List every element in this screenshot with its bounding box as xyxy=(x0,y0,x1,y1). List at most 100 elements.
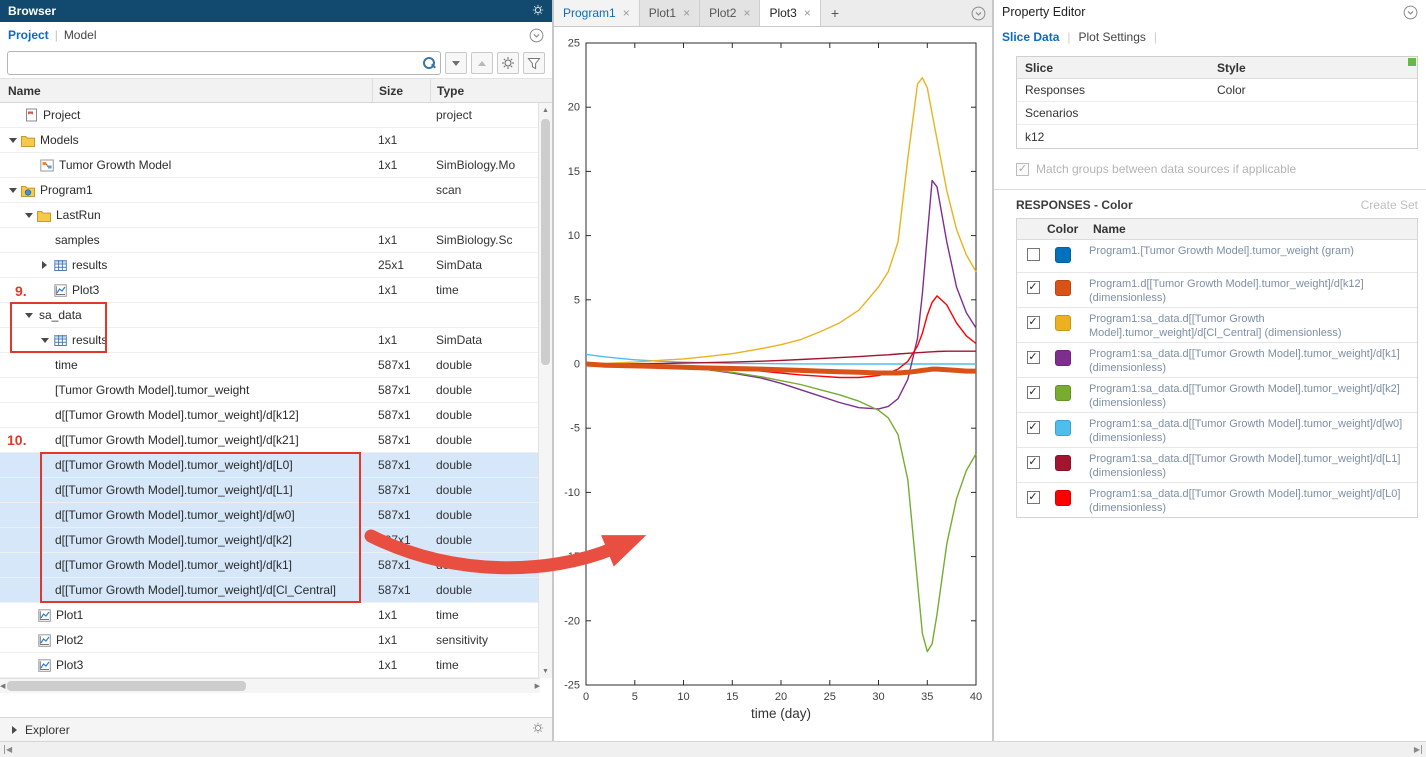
column-header-type[interactable]: Type xyxy=(430,79,538,102)
tab-plot1[interactable]: Plot1 × xyxy=(639,0,701,26)
match-groups-checkbox[interactable]: ✓ xyxy=(1016,162,1029,176)
tree-row[interactable]: d[[Tumor Growth Model].tumor_weight]/d[k… xyxy=(0,553,539,578)
tree-row[interactable]: Plot3 1x1 time xyxy=(0,278,539,303)
tree-row[interactable]: LastRun xyxy=(0,203,539,228)
tree-row[interactable]: d[[Tumor Growth Model].tumor_weight]/d[k… xyxy=(0,403,539,428)
tab-slice-data[interactable]: Slice Data xyxy=(1002,30,1059,44)
response-row[interactable]: ✓ Program1:sa_data.d[[Tumor Growth Model]… xyxy=(1017,378,1417,413)
caret-right-icon[interactable] xyxy=(38,259,51,272)
response-row[interactable]: ✓ Program1:sa_data.d[[Tumor Growth Model]… xyxy=(1017,483,1417,517)
scroll-track[interactable] xyxy=(539,117,552,664)
tree-row[interactable]: Project project xyxy=(0,103,539,128)
column-header-size[interactable]: Size xyxy=(372,79,430,102)
collapse-panel-chevron-icon[interactable] xyxy=(529,28,544,43)
response-visible-checkbox[interactable]: ✓ xyxy=(1026,421,1040,434)
collapse-property-editor-icon[interactable] xyxy=(1403,5,1418,20)
caret-right-icon[interactable] xyxy=(8,723,21,736)
response-row[interactable]: ✓ Program1:sa_data.d[[Tumor Growth Model]… xyxy=(1017,413,1417,448)
tree-row[interactable]: Program1 scan xyxy=(0,178,539,203)
explorer-bar[interactable]: Explorer xyxy=(0,717,552,741)
tree-row[interactable]: [Tumor Growth Model].tumor_weight 587x1 do… xyxy=(0,378,539,403)
slice-row[interactable]: Responses Color xyxy=(1017,79,1417,102)
response-row[interactable]: ✓ Program1.[Tumor Growth Model].tumor_wei… xyxy=(1017,240,1417,273)
response-row[interactable]: ✓ Program1:sa_data.d[[Tumor Growth Model]… xyxy=(1017,448,1417,483)
response-color-swatch[interactable] xyxy=(1055,455,1071,471)
tree-row[interactable]: results 25x1 SimData xyxy=(0,253,539,278)
settings-gear-button[interactable] xyxy=(497,52,519,74)
search-icon[interactable] xyxy=(422,56,436,70)
pan-right-icon[interactable]: ▶ xyxy=(1414,745,1422,754)
tab-plot2[interactable]: Plot2 × xyxy=(700,0,761,26)
close-tab-icon[interactable]: × xyxy=(623,7,630,19)
scroll-up-icon[interactable]: ▲ xyxy=(539,103,552,117)
caret-down-icon[interactable] xyxy=(22,209,35,222)
tab-program1[interactable]: Program1 × xyxy=(554,0,640,26)
pan-left-icon[interactable]: ◀ xyxy=(4,745,12,754)
tree-row[interactable]: d[[Tumor Growth Model].tumor_weight]/d[C… xyxy=(0,578,539,603)
expand-all-button[interactable] xyxy=(445,52,467,74)
response-visible-checkbox[interactable]: ✓ xyxy=(1026,351,1040,364)
browser-gear-icon[interactable] xyxy=(532,4,544,19)
response-color-swatch[interactable] xyxy=(1055,280,1071,296)
response-color-swatch[interactable] xyxy=(1055,490,1071,506)
collapse-all-button[interactable] xyxy=(471,52,493,74)
response-color-swatch[interactable] xyxy=(1055,247,1071,263)
tree-horizontal-scrollbar[interactable]: ◀ ▶ xyxy=(0,678,540,693)
scroll-right-icon[interactable]: ▶ xyxy=(535,679,540,693)
caret-down-icon[interactable] xyxy=(22,309,35,322)
tree-row[interactable]: results 1x1 SimData xyxy=(0,328,539,353)
response-row[interactable]: ✓ Program1.d[[Tumor Growth Model].tumor_w… xyxy=(1017,273,1417,308)
response-visible-checkbox[interactable]: ✓ xyxy=(1026,281,1040,294)
hscroll-thumb[interactable] xyxy=(7,681,246,691)
scroll-thumb[interactable] xyxy=(541,119,550,366)
search-input[interactable] xyxy=(8,53,422,73)
tree-row[interactable]: d[[Tumor Growth Model].tumor_weight]/d[k… xyxy=(0,428,539,453)
column-header-name[interactable]: Name xyxy=(0,84,372,98)
tree-row[interactable]: d[[Tumor Growth Model].tumor_weight]/d[L… xyxy=(0,478,539,503)
scroll-down-icon[interactable]: ▼ xyxy=(539,664,552,678)
response-color-swatch[interactable] xyxy=(1055,350,1071,366)
tree-row[interactable]: samples 1x1 SimBiology.Sc xyxy=(0,228,539,253)
hscroll-track[interactable] xyxy=(5,679,534,693)
tree-row[interactable]: Plot3 1x1 time xyxy=(0,653,539,678)
tabstrip-chevron-icon[interactable] xyxy=(971,6,986,21)
response-visible-checkbox[interactable]: ✓ xyxy=(1026,491,1040,504)
response-visible-checkbox[interactable]: ✓ xyxy=(1026,248,1040,261)
plot-canvas[interactable]: -25 -20 -15 -10 -5 0 5 10 15 20 25 0 5 10 15 20 25 30 35 40… xyxy=(554,27,992,741)
tree-row[interactable]: Plot1 1x1 time xyxy=(0,603,539,628)
tree-row[interactable]: Models 1x1 xyxy=(0,128,539,153)
response-row[interactable]: ✓ Program1:sa_data.d[[Tumor Growth Model]… xyxy=(1017,308,1417,343)
slice-row[interactable]: Scenarios xyxy=(1017,102,1417,125)
close-tab-icon[interactable]: × xyxy=(804,7,811,19)
filter-button[interactable] xyxy=(523,52,545,74)
tree-row[interactable]: sa_data xyxy=(0,303,539,328)
response-visible-checkbox[interactable]: ✓ xyxy=(1026,456,1040,469)
caret-down-icon[interactable] xyxy=(6,184,19,197)
tree-row[interactable]: Tumor Growth Model 1x1 SimBiology.Mo xyxy=(0,153,539,178)
tab-project[interactable]: Project xyxy=(8,28,49,42)
svg-text:10: 10 xyxy=(677,691,689,703)
explorer-gear-icon[interactable] xyxy=(532,722,544,737)
close-tab-icon[interactable]: × xyxy=(743,7,750,19)
tree-row[interactable]: d[[Tumor Growth Model].tumor_weight]/d[L… xyxy=(0,453,539,478)
slice-row[interactable]: k12 xyxy=(1017,125,1417,148)
create-set-button[interactable]: Create Set xyxy=(1361,198,1418,212)
tree-row[interactable]: time 587x1 double xyxy=(0,353,539,378)
new-tab-button[interactable]: + xyxy=(821,0,849,26)
response-visible-checkbox[interactable]: ✓ xyxy=(1026,316,1040,329)
tree-row[interactable]: d[[Tumor Growth Model].tumor_weight]/d[w… xyxy=(0,503,539,528)
close-tab-icon[interactable]: × xyxy=(683,7,690,19)
response-color-swatch[interactable] xyxy=(1055,420,1071,436)
response-row[interactable]: ✓ Program1:sa_data.d[[Tumor Growth Model]… xyxy=(1017,343,1417,378)
tree-vertical-scrollbar[interactable]: ▲ ▼ xyxy=(538,103,552,678)
caret-down-icon[interactable] xyxy=(38,334,51,347)
caret-down-icon[interactable] xyxy=(6,134,19,147)
tab-plot-settings[interactable]: Plot Settings xyxy=(1079,30,1146,44)
response-color-swatch[interactable] xyxy=(1055,385,1071,401)
response-visible-checkbox[interactable]: ✓ xyxy=(1026,386,1040,399)
response-color-swatch[interactable] xyxy=(1055,315,1071,331)
tab-model[interactable]: Model xyxy=(64,28,97,42)
tree-row[interactable]: d[[Tumor Growth Model].tumor_weight]/d[k… xyxy=(0,528,539,553)
tree-row[interactable]: Plot2 1x1 sensitivity xyxy=(0,628,539,653)
tab-plot3[interactable]: Plot3 × xyxy=(760,0,821,26)
